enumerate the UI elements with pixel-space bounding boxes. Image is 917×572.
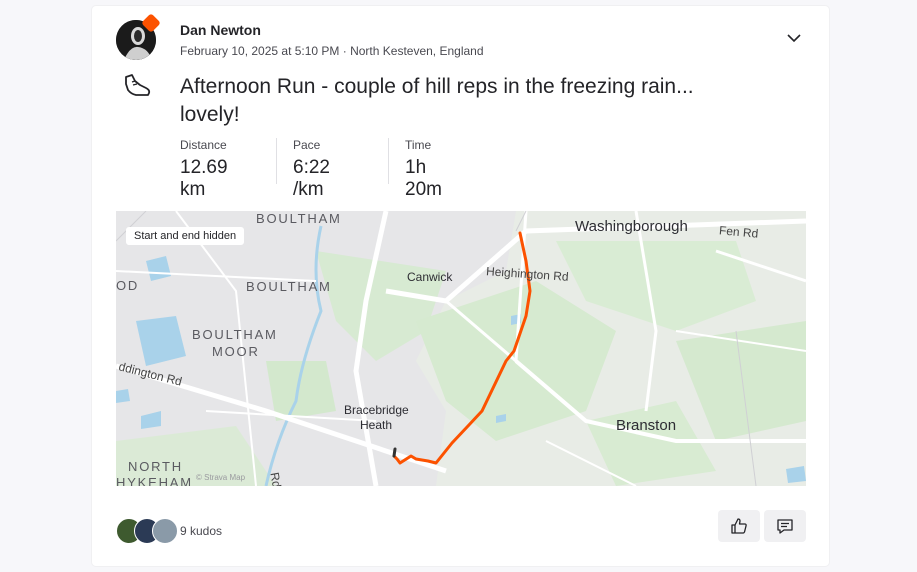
shoe-icon xyxy=(125,74,151,96)
map-place-label: BOULTHAM xyxy=(192,327,278,342)
stat-value: 12.69 km xyxy=(180,157,228,200)
stat-value: 1h 20m xyxy=(405,157,442,200)
map-attribution: © Strava Map xyxy=(196,473,246,482)
activity-title[interactable]: Afternoon Run - couple of hill reps in t… xyxy=(180,73,740,129)
chevron-down-icon[interactable] xyxy=(786,30,802,46)
map-place-label: HYKEHAM xyxy=(116,475,193,486)
athlete-name[interactable]: Dan Newton xyxy=(180,22,261,38)
stat-label: Pace xyxy=(293,138,321,152)
map-place-label: BOULTHAM xyxy=(256,211,342,226)
avatar xyxy=(152,518,178,544)
map-place-label: OD xyxy=(116,278,140,293)
kudos-button[interactable] xyxy=(718,510,760,542)
map-place-label: MOOR xyxy=(212,344,260,359)
map-road-label: Rd xyxy=(267,471,284,486)
map-place-label: Canwick xyxy=(407,270,453,284)
stat-value: 6:22 /km xyxy=(293,157,330,200)
map-place-label: Branston xyxy=(616,417,677,434)
privacy-note: Start and end hidden xyxy=(126,227,245,245)
stat-label: Distance xyxy=(180,138,227,152)
stat-time: Time 1h 20m xyxy=(405,138,442,200)
stat-label: Time xyxy=(405,138,432,152)
kudos-count[interactable]: 9 kudos xyxy=(180,524,222,538)
activity-card: Dan Newton February 10, 2025 at 5:10 PM … xyxy=(92,6,829,566)
activity-meta: February 10, 2025 at 5:10 PM · North Kes… xyxy=(180,44,484,58)
stat-divider xyxy=(388,138,389,184)
stat-pace: Pace 6:22 /km xyxy=(293,138,330,200)
map-place-label: NORTH xyxy=(128,459,183,474)
map-place-label: BOULTHAM xyxy=(246,279,332,294)
thumbs-up-icon xyxy=(731,518,747,534)
map-place-label: Heath xyxy=(360,418,393,432)
map-place-label: Washingborough xyxy=(575,218,688,235)
kudos-avatars[interactable] xyxy=(116,518,178,544)
stat-distance: Distance 12.69 km xyxy=(180,138,228,200)
comment-icon xyxy=(777,519,793,534)
comment-button[interactable] xyxy=(764,510,806,542)
stat-divider xyxy=(276,138,277,184)
map-place-label: Bracebridge xyxy=(344,403,409,417)
route-map[interactable]: Start and end hidden BOULTHAM BOULTHAM B… xyxy=(116,211,806,486)
